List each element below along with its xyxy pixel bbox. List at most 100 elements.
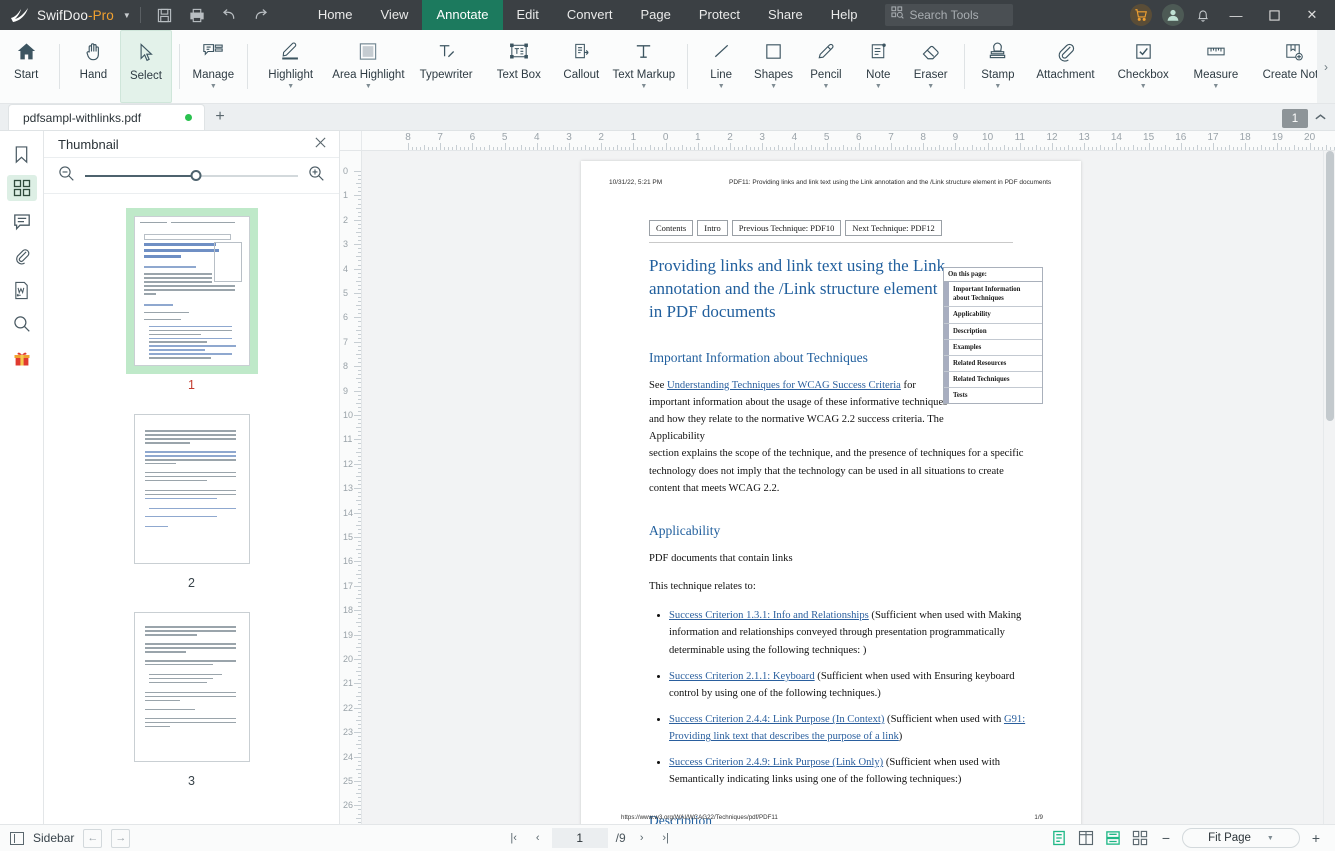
search-tools-input[interactable]: Search Tools: [885, 4, 1014, 26]
ribbon-button-highlight[interactable]: Highlight ▼: [254, 30, 327, 103]
vertical-scrollbar[interactable]: [1323, 151, 1335, 824]
next-document-button[interactable]: →: [111, 828, 131, 848]
chevron-down-icon[interactable]: ▼: [640, 83, 647, 90]
link-success-criterion-211[interactable]: Success Criterion 2.1.1: Keyboard: [669, 671, 815, 682]
ribbon-button-hand[interactable]: Hand: [67, 30, 119, 103]
chevron-down-icon[interactable]: ▼: [1212, 83, 1219, 90]
link-success-criterion-244[interactable]: Success Criterion 2.4.4: Link Purpose (I…: [669, 714, 884, 725]
ribbon-overflow-button[interactable]: ›: [1317, 30, 1335, 103]
on-this-page-item[interactable]: Description: [944, 323, 1042, 340]
slider-handle[interactable]: [190, 170, 202, 181]
comment-icon[interactable]: [7, 209, 37, 235]
ribbon-button-start[interactable]: Start: [0, 30, 52, 103]
link-success-criterion-131[interactable]: Success Criterion 1.3.1: Info and Relati…: [669, 610, 869, 621]
single-page-view-icon[interactable]: [1049, 828, 1069, 848]
ribbon-button-callout[interactable]: Callout: [555, 30, 607, 103]
on-this-page-item[interactable]: Tests: [944, 388, 1042, 404]
close-icon[interactable]: [314, 136, 327, 152]
next-page-button[interactable]: ›: [632, 828, 652, 848]
thumbnail-item[interactable]: 2: [44, 406, 339, 590]
ribbon-button-note[interactable]: Note ▼: [852, 30, 904, 103]
nav-button-previous-technique[interactable]: Previous Technique: PDF10: [731, 220, 842, 236]
nav-button-contents[interactable]: Contents: [649, 220, 694, 236]
chevron-down-icon[interactable]: ▼: [770, 83, 777, 90]
previous-page-button[interactable]: ‹: [528, 828, 548, 848]
menu-share[interactable]: Share: [754, 0, 817, 30]
two-page-view-icon[interactable]: [1076, 828, 1096, 848]
sidebar-label[interactable]: Sidebar: [33, 831, 74, 845]
window-close-button[interactable]: ✕: [1293, 0, 1331, 30]
ribbon-button-eraser[interactable]: Eraser ▼: [904, 30, 956, 103]
chevron-down-icon[interactable]: ▼: [927, 83, 934, 90]
notification-bell-icon[interactable]: [1189, 8, 1217, 23]
gift-icon[interactable]: [7, 345, 37, 371]
thumbnail-selection-frame[interactable]: [126, 604, 258, 770]
grid-view-icon[interactable]: [1130, 828, 1150, 848]
ribbon-button-area-highlight[interactable]: Area Highlight ▼: [327, 30, 410, 103]
save-icon[interactable]: [150, 3, 180, 27]
thumbnail-selection-frame[interactable]: [126, 406, 258, 572]
ribbon-button-text-markup[interactable]: Text Markup ▼: [607, 30, 680, 103]
user-avatar-icon[interactable]: [1162, 4, 1184, 26]
continuous-scroll-view-icon[interactable]: [1103, 828, 1123, 848]
chevron-down-icon[interactable]: ▼: [718, 83, 725, 90]
cart-icon[interactable]: [1130, 4, 1152, 26]
window-maximize-button[interactable]: [1255, 0, 1293, 30]
ribbon-button-manage[interactable]: Manage ▼: [187, 30, 239, 103]
on-this-page-item[interactable]: Related Resources: [944, 355, 1042, 373]
scrollbar-thumb[interactable]: [1326, 151, 1334, 421]
search-icon[interactable]: [7, 311, 37, 337]
zoom-in-button[interactable]: +: [1307, 830, 1325, 846]
brand-dropdown-icon[interactable]: ▼: [123, 11, 131, 20]
menu-page[interactable]: Page: [626, 0, 684, 30]
new-tab-button[interactable]: +: [205, 104, 235, 130]
document-tab[interactable]: pdfsampl-withlinks.pdf: [8, 104, 206, 130]
thumbnail-item[interactable]: 3: [44, 604, 339, 788]
ribbon-button-checkbox[interactable]: Checkbox ▼: [1107, 30, 1180, 103]
nav-button-next-technique[interactable]: Next Technique: PDF12: [845, 220, 942, 236]
link-success-criterion-249[interactable]: Success Criterion 2.4.9: Link Purpose (L…: [669, 757, 883, 768]
undo-icon[interactable]: [214, 3, 244, 27]
ribbon-button-text-box[interactable]: Text Box: [482, 30, 555, 103]
menu-help[interactable]: Help: [817, 0, 872, 30]
on-this-page-item[interactable]: Examples: [944, 339, 1042, 356]
menu-protect[interactable]: Protect: [685, 0, 754, 30]
chevron-down-icon[interactable]: ▼: [365, 83, 372, 90]
chevron-down-icon[interactable]: ▼: [1267, 835, 1274, 842]
zoom-out-button[interactable]: −: [1157, 830, 1175, 846]
thumbnail-size-slider[interactable]: [85, 169, 298, 183]
chevron-down-icon[interactable]: ▼: [1140, 83, 1147, 90]
on-this-page-item[interactable]: Related Techniques: [944, 372, 1042, 389]
menu-annotate[interactable]: Annotate: [422, 0, 503, 30]
thumbnail-selection-frame[interactable]: [125, 208, 258, 374]
ribbon-button-stamp[interactable]: Stamp ▼: [972, 30, 1024, 103]
menu-convert[interactable]: Convert: [553, 0, 627, 30]
redo-icon[interactable]: [246, 3, 276, 27]
menu-edit[interactable]: Edit: [503, 0, 553, 30]
ribbon-button-attachment[interactable]: Attachment: [1024, 30, 1107, 103]
on-this-page-item[interactable]: Important Information about Techniques: [944, 282, 1042, 308]
brand-area[interactable]: SwifDoo-Pro ▼: [0, 6, 131, 24]
print-icon[interactable]: [182, 3, 212, 27]
link-understanding-techniques[interactable]: Understanding Techniques for WCAG Succes…: [667, 380, 901, 391]
ribbon-button-shapes[interactable]: Shapes ▼: [747, 30, 799, 103]
thumbnail-item[interactable]: 1: [44, 208, 339, 392]
chevron-down-icon[interactable]: ▼: [994, 83, 1001, 90]
window-minimize-button[interactable]: —: [1217, 0, 1255, 30]
thumbnail-grid-icon[interactable]: [6, 175, 37, 201]
menu-home[interactable]: Home: [304, 0, 367, 30]
current-page-input[interactable]: 1: [551, 828, 608, 848]
page-canvas[interactable]: 10/31/22, 5:21 PM PDF11: Providing links…: [362, 151, 1335, 824]
chevron-down-icon[interactable]: ▼: [210, 83, 217, 90]
zoom-out-icon[interactable]: [58, 165, 75, 187]
first-page-button[interactable]: |‹: [504, 828, 524, 848]
previous-document-button[interactable]: ←: [83, 828, 103, 848]
bookmark-icon[interactable]: [7, 141, 37, 167]
sidebar-toggle-icon[interactable]: [10, 831, 24, 845]
thumbnail-list[interactable]: 1 2 3: [44, 194, 339, 824]
nav-button-intro[interactable]: Intro: [697, 220, 728, 236]
chevron-down-icon[interactable]: ▼: [822, 83, 829, 90]
ribbon-button-measure[interactable]: Measure ▼: [1180, 30, 1253, 103]
chevron-down-icon[interactable]: ▼: [875, 83, 882, 90]
chevron-down-icon[interactable]: ▼: [287, 83, 294, 90]
